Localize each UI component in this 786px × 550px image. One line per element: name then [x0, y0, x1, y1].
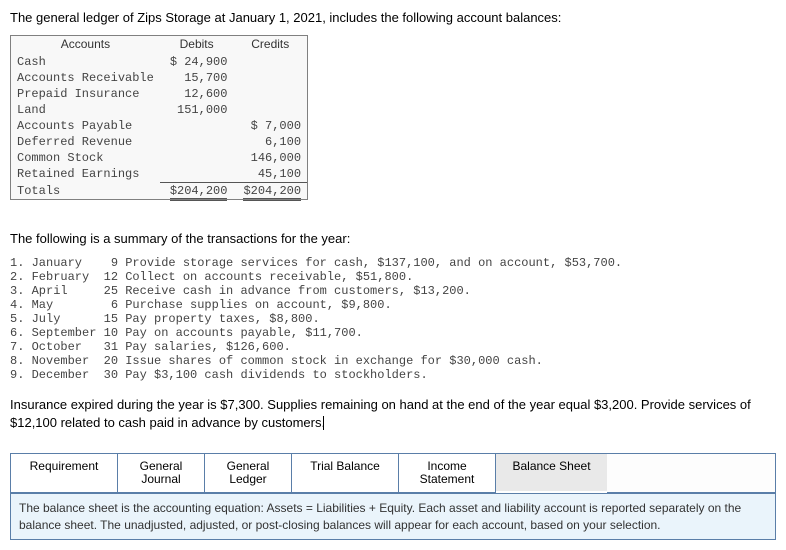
- list-item: 5. July 15 Pay property taxes, $8,800.: [10, 312, 776, 326]
- table-row: Cash$ 24,900: [11, 54, 307, 70]
- text-cursor: [323, 416, 324, 430]
- tab-bar: Requirement General Journal General Ledg…: [11, 454, 775, 493]
- col-debits: Debits: [160, 36, 234, 54]
- list-item: 7. October 31 Pay salaries, $126,600.: [10, 340, 776, 354]
- tab-income-statement[interactable]: Income Statement: [399, 454, 496, 492]
- list-item: 4. May 6 Purchase supplies on account, $…: [10, 298, 776, 312]
- tabs-container: Requirement General Journal General Ledg…: [10, 453, 776, 540]
- list-item: 6. September 10 Pay on accounts payable,…: [10, 326, 776, 340]
- list-item: 1. January 9 Provide storage services fo…: [10, 256, 776, 270]
- list-item: 8. November 20 Issue shares of common st…: [10, 354, 776, 368]
- transactions-list: 1. January 9 Provide storage services fo…: [10, 256, 776, 382]
- tab-general-journal[interactable]: General Journal: [118, 454, 205, 492]
- table-row: Accounts Receivable15,700: [11, 70, 307, 86]
- list-item: 9. December 30 Pay $3,100 cash dividends…: [10, 368, 776, 382]
- adjustments-text: Insurance expired during the year is $7,…: [10, 396, 776, 431]
- table-row: Land151,000: [11, 102, 307, 118]
- ledger-table: Accounts Debits Credits Cash$ 24,900 Acc…: [10, 35, 308, 200]
- tab-requirement[interactable]: Requirement: [11, 454, 118, 492]
- list-item: 3. April 25 Receive cash in advance from…: [10, 284, 776, 298]
- col-accounts: Accounts: [11, 36, 160, 54]
- summary-header: The following is a summary of the transa…: [10, 231, 776, 246]
- table-row: Deferred Revenue6,100: [11, 134, 307, 150]
- table-row: Common Stock146,000: [11, 150, 307, 166]
- intro-text: The general ledger of Zips Storage at Ja…: [10, 10, 776, 25]
- totals-row: Totals $204,200 $204,200: [11, 183, 307, 200]
- tab-general-ledger[interactable]: General Ledger: [205, 454, 292, 492]
- table-row: Retained Earnings45,100: [11, 166, 307, 183]
- col-credits: Credits: [233, 36, 307, 54]
- list-item: 2. February 12 Collect on accounts recei…: [10, 270, 776, 284]
- info-box: The balance sheet is the accounting equa…: [11, 493, 775, 538]
- table-row: Accounts Payable$ 7,000: [11, 118, 307, 134]
- tab-trial-balance[interactable]: Trial Balance: [292, 454, 399, 492]
- tab-balance-sheet[interactable]: Balance Sheet: [496, 454, 607, 493]
- table-row: Prepaid Insurance12,600: [11, 86, 307, 102]
